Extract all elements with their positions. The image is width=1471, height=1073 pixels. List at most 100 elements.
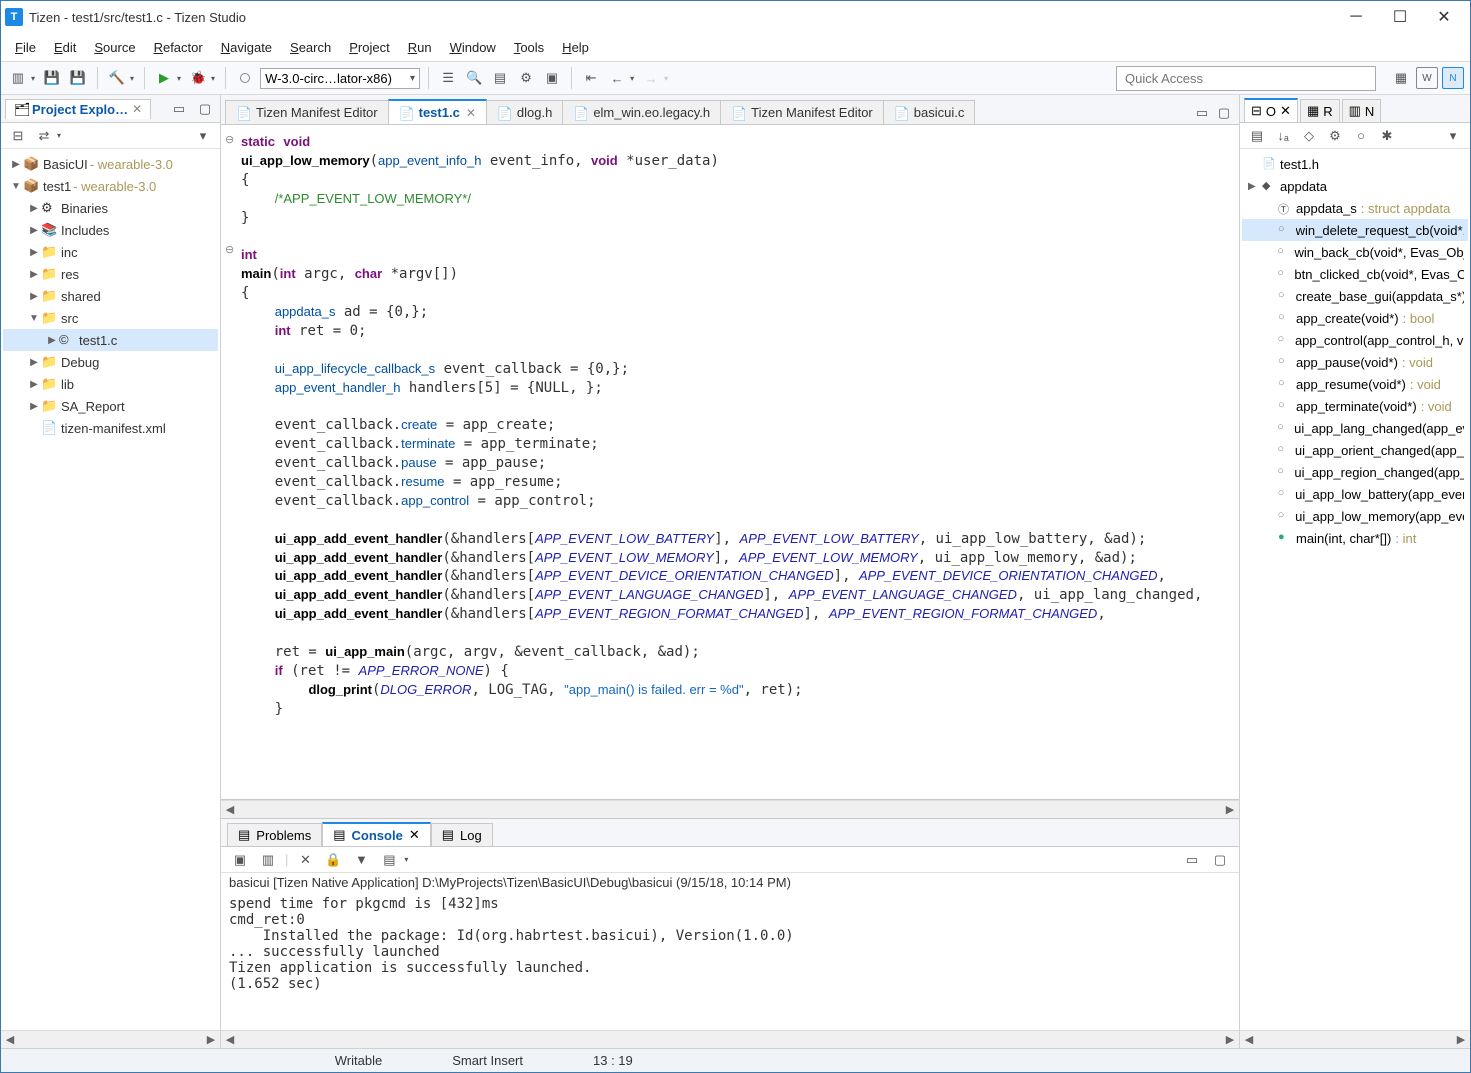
twisty-icon[interactable]: ▶ (27, 357, 41, 368)
console-select-button[interactable]: ▼ (350, 849, 372, 871)
close-button[interactable]: ✕ (1422, 2, 1466, 32)
perspective-button-3[interactable]: N (1442, 67, 1464, 89)
twisty-icon[interactable]: ▶ (27, 291, 41, 302)
outline-item[interactable]: ●main(int, char*[]) : int (1242, 527, 1468, 549)
outline-item[interactable]: ▶◆appdata (1242, 175, 1468, 197)
tree-item-test1-c[interactable]: ▶©test1.c (3, 329, 218, 351)
toggle-breadcrumb-button[interactable]: ☰ (437, 67, 459, 89)
close-icon[interactable]: ✕ (132, 102, 142, 116)
outline-item[interactable]: ○win_delete_request_cb(void*, (1242, 219, 1468, 241)
twisty-icon[interactable]: ▶ (27, 203, 41, 214)
outline-item[interactable]: 📄test1.h (1242, 153, 1468, 175)
editor-horizontal-scrollbar[interactable]: ◀▶ (221, 800, 1239, 818)
tree-item-basicui[interactable]: ▶📦BasicUI - wearable-3.0 (3, 153, 218, 175)
tree-item-sa-report[interactable]: ▶📁SA_Report (3, 395, 218, 417)
bottom-tab-console[interactable]: ▤Console✕ (322, 822, 431, 846)
right-tab-n[interactable]: ▥N (1342, 99, 1382, 122)
outline-filter-button-2[interactable]: ◇ (1298, 125, 1320, 147)
console-pin-button[interactable]: ▣ (229, 849, 251, 871)
dropdown-icon[interactable]: ▾ (630, 74, 634, 83)
twisty-icon[interactable]: ▶ (27, 401, 41, 412)
maximize-view-button[interactable]: ▢ (1213, 102, 1235, 124)
menu-run[interactable]: Run (400, 36, 440, 59)
menu-source[interactable]: Source (86, 36, 143, 59)
menu-search[interactable]: Search (282, 36, 339, 59)
console-output[interactable]: spend time for pkgcmd is [432]ms cmd_ret… (221, 892, 1239, 1030)
maximize-view-button[interactable]: ▢ (194, 98, 216, 120)
outline-item[interactable]: ○ui_app_lang_changed(app_eve (1242, 417, 1468, 439)
bottom-tab-problems[interactable]: ▤Problems (227, 823, 322, 846)
nav-forward-button[interactable]: → (640, 67, 662, 89)
menu-navigate[interactable]: Navigate (213, 36, 280, 59)
dropdown-icon[interactable]: ▾ (177, 74, 181, 83)
editor-tab-tizen-manifest-editor[interactable]: 📄Tizen Manifest Editor (720, 100, 884, 124)
quick-access-input[interactable] (1116, 66, 1376, 91)
build-button[interactable]: 🔨 (106, 67, 128, 89)
tree-item-test1[interactable]: ▼📦test1 - wearable-3.0 (3, 175, 218, 197)
menu-refactor[interactable]: Refactor (146, 36, 211, 59)
console-scroll-lock-button[interactable]: 🔒 (322, 849, 344, 871)
editor-tab-dlog-h[interactable]: 📄dlog.h (486, 100, 563, 124)
outline-item[interactable]: ○win_back_cb(void*, Evas_Obje (1242, 241, 1468, 263)
outline-item[interactable]: ○ui_app_region_changed(app_e (1242, 461, 1468, 483)
dropdown-icon[interactable]: ▾ (57, 131, 61, 140)
twisty-icon[interactable]: ▶ (27, 247, 41, 258)
right-tab-r[interactable]: ▦R (1300, 99, 1340, 122)
project-tree[interactable]: ▶📦BasicUI - wearable-3.0▼📦test1 - wearab… (1, 149, 220, 1030)
tree-item-inc[interactable]: ▶📁inc (3, 241, 218, 263)
view-menu-button[interactable]: ▾ (192, 125, 214, 147)
minimize-button[interactable]: ─ (1334, 2, 1378, 32)
menu-edit[interactable]: Edit (46, 36, 84, 59)
close-icon[interactable]: ✕ (1280, 103, 1291, 119)
horizontal-scrollbar[interactable]: ◀▶ (1, 1030, 220, 1048)
editor-tab-tizen-manifest-editor[interactable]: 📄Tizen Manifest Editor (225, 100, 389, 124)
outline-item[interactable]: ○app_resume(void*) : void (1242, 373, 1468, 395)
tree-item-debug[interactable]: ▶📁Debug (3, 351, 218, 373)
outline-filter-button-3[interactable]: ⚙ (1324, 125, 1346, 147)
outline-item[interactable]: ○app_create(void*) : bool (1242, 307, 1468, 329)
outline-item[interactable]: Ⓣappdata_s : struct appdata (1242, 197, 1468, 219)
terminal-button[interactable]: ▣ (541, 67, 563, 89)
dropdown-icon[interactable]: ▾ (664, 74, 668, 83)
minimize-view-button[interactable]: ▭ (1181, 849, 1203, 871)
twisty-icon[interactable]: ▼ (27, 313, 41, 324)
outline-sort-button[interactable]: ▤ (1246, 125, 1268, 147)
editor-tab-elm-win-eo-legacy-h[interactable]: 📄elm_win.eo.legacy.h (562, 100, 721, 124)
right-tab-o[interactable]: ⊟O✕ (1244, 98, 1298, 122)
profile-button[interactable]: ⚙ (515, 67, 537, 89)
code-editor[interactable]: ⊖static void ui_app_low_memory(app_event… (221, 125, 1239, 800)
outline-tree[interactable]: 📄test1.h▶◆appdataⓉappdata_s : struct app… (1240, 149, 1470, 1030)
tree-item-src[interactable]: ▼📁src (3, 307, 218, 329)
perspective-button-1[interactable]: ▦ (1390, 67, 1412, 89)
target-combo[interactable]: W-3.0-circ…lator-x86) ▾ (260, 68, 420, 89)
twisty-icon[interactable]: ▼ (9, 181, 23, 192)
twisty-icon[interactable]: ▶ (1248, 181, 1262, 192)
tree-item-includes[interactable]: ▶📚Includes (3, 219, 218, 241)
dropdown-icon[interactable]: ▾ (211, 74, 215, 83)
nav-back-button[interactable]: ← (606, 67, 628, 89)
maximize-view-button[interactable]: ▢ (1209, 849, 1231, 871)
tree-item-res[interactable]: ▶📁res (3, 263, 218, 285)
collapse-all-button[interactable]: ⊟ (7, 125, 29, 147)
outline-item[interactable]: ○app_pause(void*) : void (1242, 351, 1468, 373)
editor-tab-basicui-c[interactable]: 📄basicui.c (883, 100, 976, 124)
outline-filter-button-5[interactable]: ✱ (1376, 125, 1398, 147)
menu-tools[interactable]: Tools (506, 36, 552, 59)
outline-item[interactable]: ○ui_app_orient_changed(app_e (1242, 439, 1468, 461)
tree-item-lib[interactable]: ▶📁lib (3, 373, 218, 395)
close-icon[interactable]: ✕ (466, 106, 476, 120)
outline-filter-button-4[interactable]: ○ (1350, 125, 1372, 147)
outline-button[interactable]: ▤ (489, 67, 511, 89)
view-menu-button[interactable]: ▾ (1442, 125, 1464, 147)
link-editor-button[interactable]: ⇄ (33, 125, 55, 147)
minimize-view-button[interactable]: ▭ (1191, 102, 1213, 124)
editor-tab-test1-c[interactable]: 📄test1.c✕ (388, 99, 487, 124)
record-icon[interactable] (234, 67, 256, 89)
menu-help[interactable]: Help (554, 36, 597, 59)
tree-item-binaries[interactable]: ▶⚙Binaries (3, 197, 218, 219)
save-button[interactable]: 💾 (41, 67, 63, 89)
outline-item[interactable]: ○btn_clicked_cb(void*, Evas_Ob (1242, 263, 1468, 285)
outline-item[interactable]: ○ui_app_low_battery(app_even (1242, 483, 1468, 505)
twisty-icon[interactable]: ▶ (9, 159, 23, 170)
menu-file[interactable]: File (7, 36, 44, 59)
